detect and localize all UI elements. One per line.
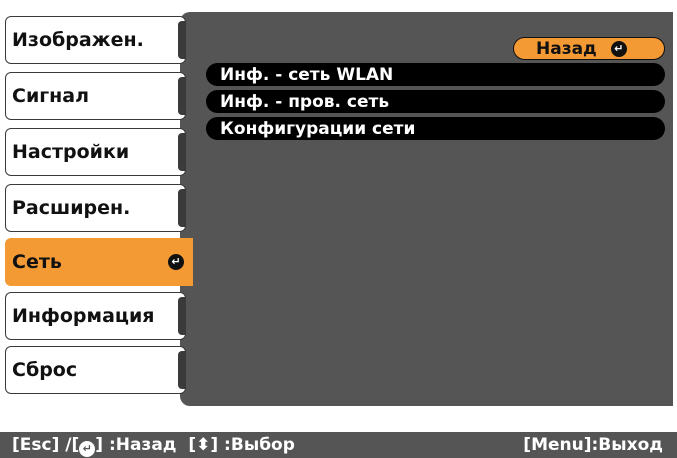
sidebar-item-label: Расширен. — [12, 197, 131, 219]
select-hint: [⬍] :Выбор — [188, 435, 295, 455]
sidebar-item-settings[interactable]: Настройки — [5, 128, 186, 176]
sidebar-item-image[interactable]: Изображен. — [5, 16, 186, 64]
sidebar-item-information[interactable]: Информация — [5, 292, 186, 340]
back-button-label: Назад — [536, 38, 597, 59]
sidebar-item-extended[interactable]: Расширен. — [5, 184, 186, 232]
sidebar-item-label: Изображен. — [12, 29, 144, 51]
esc-hint-start: [Esc] /[ — [12, 435, 80, 455]
footer-hint-bar: [Esc] /[↵] :Назад [⬍] :Выбор [Menu]:Выхо… — [0, 430, 677, 458]
menu-item-label: Инф. - пров. сеть — [220, 91, 390, 112]
sidebar-item-label: Сеть — [12, 251, 62, 273]
enter-icon: ↵ — [610, 40, 627, 57]
tab-shade — [178, 133, 185, 171]
menu-item-label: Конфигурации сети — [220, 118, 416, 139]
menu-item-label: Инф. - сеть WLAN — [220, 64, 394, 85]
menu-exit-hint: [Menu]:Выход — [523, 435, 663, 455]
tab-shade — [178, 351, 185, 389]
menu-item-network-config[interactable]: Конфигурации сети — [206, 117, 665, 140]
sidebar-item-label: Информация — [12, 305, 155, 327]
tab-shade — [178, 21, 185, 59]
esc-hint-end: ] :Назад — [95, 435, 177, 455]
menu-item-wired-info[interactable]: Инф. - пров. сеть — [206, 90, 665, 113]
sidebar-item-reset[interactable]: Сброс — [5, 346, 186, 394]
back-button[interactable]: Назад ↵ — [513, 37, 665, 60]
sidebar-item-signal[interactable]: Сигнал — [5, 72, 186, 120]
sidebar-item-label: Настройки — [12, 141, 130, 163]
sidebar-item-label: Сброс — [12, 359, 78, 381]
enter-icon: ↵ — [168, 254, 184, 270]
tab-shade — [178, 189, 185, 227]
menu-item-wlan-info[interactable]: Инф. - сеть WLAN — [206, 63, 665, 86]
tab-shade — [178, 297, 185, 335]
enter-icon: ↵ — [79, 441, 96, 457]
tab-shade — [178, 77, 185, 115]
sidebar-item-network[interactable]: Сеть ↵ — [5, 238, 193, 286]
sidebar-item-label: Сигнал — [12, 85, 90, 107]
footer-nav-hints: [Esc] /[↵] :Назад [⬍] :Выбор — [12, 435, 295, 457]
